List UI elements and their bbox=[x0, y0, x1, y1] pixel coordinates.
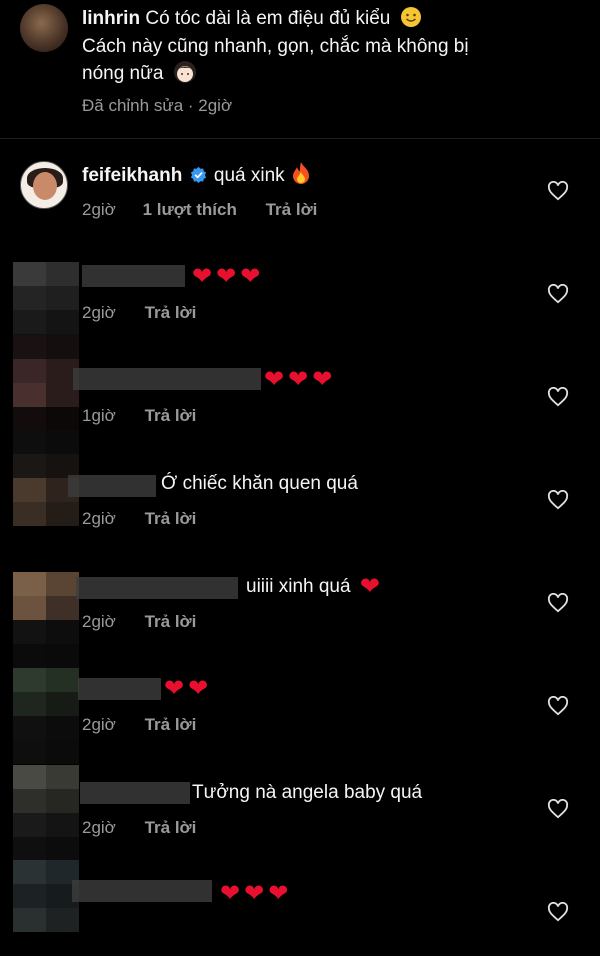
time-label: 2giờ bbox=[198, 96, 233, 115]
avatar-pixelated[interactable] bbox=[13, 860, 79, 956]
avatar-pixelated[interactable] bbox=[13, 572, 79, 668]
likes-count[interactable]: 1 lượt thích bbox=[143, 200, 237, 219]
heart-emojis: ❤❤❤ bbox=[192, 263, 265, 290]
avatar-pixelated[interactable] bbox=[13, 668, 79, 764]
reply-button[interactable]: Trả lời bbox=[145, 715, 197, 734]
blurred-username bbox=[82, 265, 185, 287]
time-label: 2giờ bbox=[82, 715, 116, 734]
reply-button[interactable]: Trả lời bbox=[145, 612, 197, 631]
comment-text: Ớ chiếc khăn quen quá bbox=[161, 473, 358, 494]
comment-linhrin: linhrin Có tóc dài là em điệu đủ kiểu bbox=[82, 6, 582, 31]
divider bbox=[0, 138, 600, 139]
heart-outline-icon[interactable] bbox=[547, 387, 569, 407]
slightly-smiling-face-icon bbox=[400, 7, 421, 27]
avatar-pixelated[interactable] bbox=[13, 335, 79, 431]
comment-text-line2: Cách này cũng nhanh, gọn, chắc mà không … bbox=[82, 36, 469, 57]
fire-icon bbox=[292, 162, 309, 184]
comment-text-line3: nóng nữa bbox=[82, 63, 164, 84]
heart-emojis: ❤❤ bbox=[164, 675, 213, 702]
avatar-feifeikhanh[interactable] bbox=[20, 161, 68, 209]
time-label: 2giờ bbox=[82, 509, 116, 528]
comment-text-row: uiiii xinh quá ❤ bbox=[246, 574, 380, 599]
blurred-username bbox=[72, 880, 212, 902]
heart-outline-icon[interactable] bbox=[547, 696, 569, 716]
comment-line3: nóng nữa bbox=[82, 60, 197, 86]
blurred-username bbox=[78, 678, 161, 700]
comment-meta: 1giờ Trả lời bbox=[82, 406, 196, 426]
comment-feifeikhanh: feifeikhanh quá xink bbox=[82, 161, 312, 188]
time-label: 2giờ bbox=[82, 612, 116, 631]
reply-button[interactable]: Trả lời bbox=[145, 406, 197, 425]
reply-button[interactable]: Trả lời bbox=[266, 200, 318, 219]
time-label: 2giờ bbox=[82, 818, 116, 837]
heart-outline-icon[interactable] bbox=[547, 799, 569, 819]
heart-outline-icon[interactable] bbox=[547, 490, 569, 510]
girl-face-icon bbox=[173, 61, 196, 83]
comment-text-feifeikhanh: quá xink bbox=[213, 165, 285, 186]
heart-outline-icon[interactable] bbox=[547, 593, 569, 613]
comment-text: Tưởng nà angela baby quá bbox=[192, 782, 423, 803]
time-label: 2giờ bbox=[82, 200, 116, 219]
blurred-username bbox=[68, 475, 156, 497]
blurred-username bbox=[80, 782, 190, 804]
heart-outline-icon[interactable] bbox=[547, 284, 569, 304]
heart-outline-icon[interactable] bbox=[547, 181, 569, 201]
comment-meta: 2giờ Trả lời bbox=[82, 303, 196, 323]
heart-emojis: ❤❤❤ bbox=[220, 880, 293, 907]
heart-emojis: ❤ bbox=[359, 573, 380, 600]
verified-badge-icon bbox=[190, 166, 206, 183]
time-label: 2giờ bbox=[82, 303, 116, 322]
heart-emojis: ❤❤❤ bbox=[264, 366, 337, 393]
reply-button[interactable]: Trả lời bbox=[145, 818, 197, 837]
reply-button[interactable]: Trả lời bbox=[145, 303, 197, 322]
comment-meta: 2giờ Trả lời bbox=[82, 715, 196, 735]
comment-text: uiiii xinh quá bbox=[246, 576, 351, 597]
time-label: 1giờ bbox=[82, 406, 116, 425]
comment-text-line1: Có tóc dài là em điệu đủ kiểu bbox=[145, 8, 391, 29]
heart-outline-icon[interactable] bbox=[547, 902, 569, 922]
comment-meta: 2giờ Trả lời bbox=[82, 612, 196, 632]
avatar-pixelated[interactable] bbox=[13, 765, 79, 861]
blurred-username bbox=[73, 368, 261, 390]
comment-meta: 2giờ Trả lời bbox=[82, 818, 196, 838]
blurred-username bbox=[76, 577, 238, 599]
edited-label: Đã chỉnh sửa bbox=[82, 96, 184, 115]
avatar-linhrin[interactable] bbox=[20, 4, 68, 52]
comment-meta-feifeikhanh: 2giờ 1 lượt thích Trả lời bbox=[82, 200, 317, 220]
comment-meta-linhrin: Đã chỉnh sửa · 2giờ bbox=[82, 96, 233, 115]
username-linhrin[interactable]: linhrin bbox=[82, 8, 140, 29]
username-feifeikhanh[interactable]: feifeikhanh bbox=[82, 165, 182, 186]
reply-button[interactable]: Trả lời bbox=[145, 509, 197, 528]
comment-meta: 2giờ Trả lời bbox=[82, 509, 196, 529]
